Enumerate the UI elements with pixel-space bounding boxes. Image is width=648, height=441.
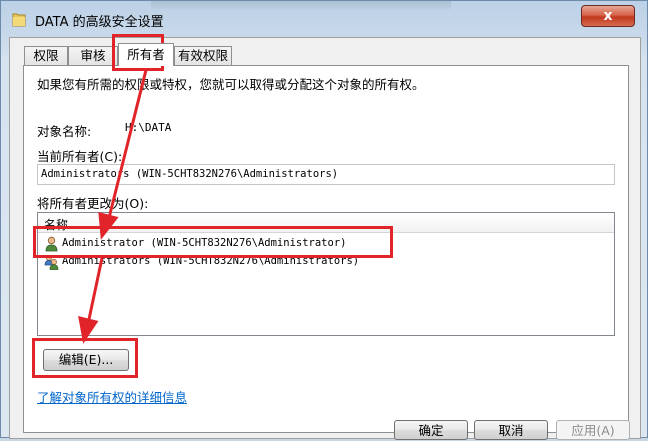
user-icon bbox=[45, 236, 58, 252]
object-name-label: 对象名称: bbox=[37, 124, 92, 139]
list-item-label: Administrators (WIN-5CHT832N276\Administ… bbox=[62, 255, 360, 267]
list-column-header[interactable]: 名称 bbox=[38, 213, 614, 233]
advanced-security-window: DATA 的高级安全设置 x 权限 审核 所有者 有效权限 如果您有所需的权限或… bbox=[0, 0, 648, 440]
folder-icon bbox=[12, 13, 26, 27]
cancel-button[interactable]: 取消 bbox=[474, 420, 548, 440]
tab-label: 有效权限 bbox=[177, 48, 228, 63]
tab-permissions[interactable]: 权限 bbox=[24, 46, 68, 65]
current-owner-field[interactable]: Administrators (WIN-5CHT832N276\Administ… bbox=[37, 164, 615, 185]
list-item-label: Administrator (WIN-5CHT832N276\Administr… bbox=[62, 237, 347, 249]
list-item-administrator[interactable]: Administrator (WIN-5CHT832N276\Administr… bbox=[38, 235, 614, 253]
dialog-client-area: 权限 审核 所有者 有效权限 如果您有所需的权限或特权，您就可以取得或分配这个对… bbox=[9, 37, 641, 440]
apply-button[interactable]: 应用(A) bbox=[556, 420, 630, 440]
current-owner-value: Administrators (WIN-5CHT832N276\Administ… bbox=[41, 168, 339, 180]
title-bar[interactable]: DATA 的高级安全设置 x bbox=[1, 1, 647, 35]
group-users-icon bbox=[44, 255, 59, 270]
tab-label: 权限 bbox=[33, 48, 59, 63]
change-owner-label: 将所有者更改为(O): bbox=[37, 196, 149, 211]
tab-label: 所有者 bbox=[127, 47, 165, 62]
intro-text: 如果您有所需的权限或特权，您就可以取得或分配这个对象的所有权。 bbox=[37, 77, 425, 92]
tab-auditing[interactable]: 审核 bbox=[68, 46, 118, 65]
background-window-strip bbox=[151, 1, 451, 9]
edit-button[interactable]: 编辑(E)... bbox=[43, 349, 129, 371]
list-item-administrators[interactable]: Administrators (WIN-5CHT832N276\Administ… bbox=[38, 253, 614, 271]
tab-effective-permissions[interactable]: 有效权限 bbox=[174, 46, 232, 65]
owner-candidates-list[interactable]: 名称 Administrator (WIN-5CHT832N276\Admini… bbox=[37, 212, 615, 336]
owner-panel: 如果您有所需的权限或特权，您就可以取得或分配这个对象的所有权。 对象名称: H:… bbox=[23, 65, 629, 433]
close-button[interactable]: x bbox=[581, 5, 635, 27]
current-owner-label: 当前所有者(C): bbox=[37, 149, 123, 164]
close-icon: x bbox=[603, 8, 613, 24]
tab-label: 审核 bbox=[80, 48, 106, 63]
tab-owner[interactable]: 所有者 bbox=[118, 43, 174, 66]
name-column-header: 名称 bbox=[44, 218, 69, 232]
ownership-help-link[interactable]: 了解对象所有权的详细信息 bbox=[37, 387, 187, 406]
window-title: DATA 的高级安全设置 bbox=[35, 15, 164, 30]
ok-button[interactable]: 确定 bbox=[394, 420, 468, 440]
object-name-value: H:\DATA bbox=[125, 121, 172, 134]
